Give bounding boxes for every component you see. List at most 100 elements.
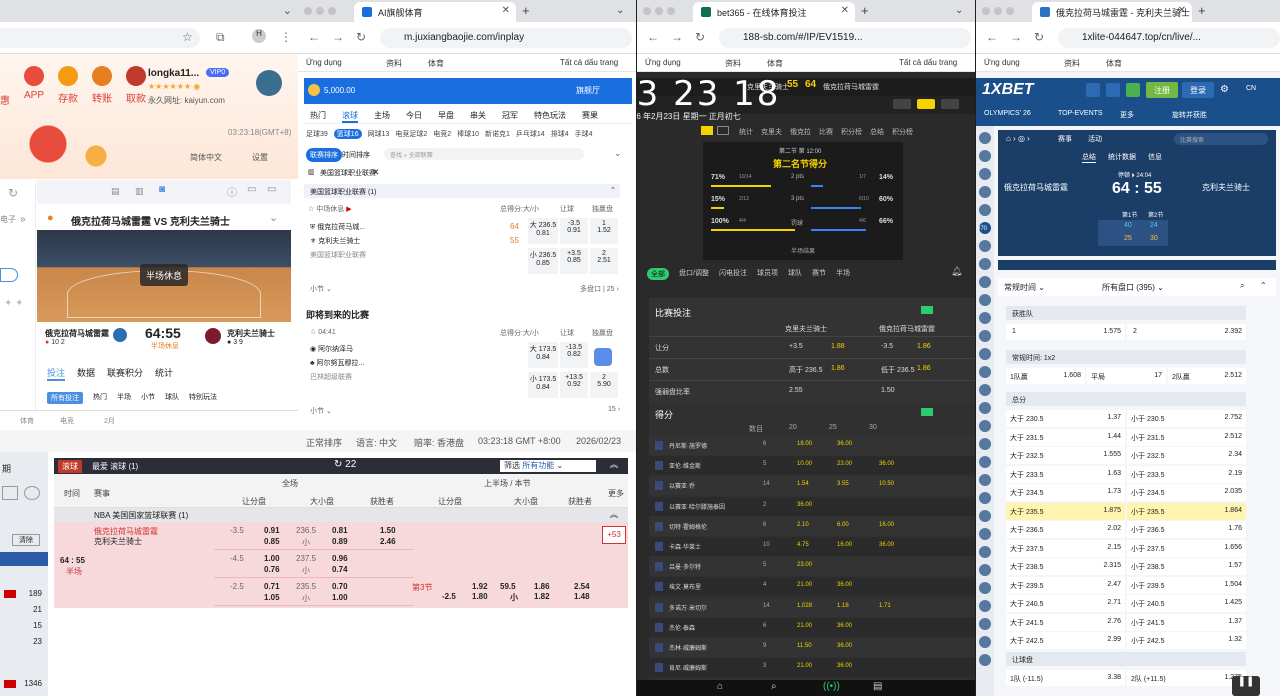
bookmark-folder[interactable]: 资料 — [386, 58, 402, 69]
odds-value[interactable]: 0.81 — [332, 526, 348, 535]
odds-cell[interactable]: 1队赢 1.608 — [1006, 368, 1085, 384]
back-icon[interactable]: ← — [986, 30, 998, 44]
sport-icon[interactable] — [979, 438, 991, 450]
search-icon[interactable]: ⌕ — [771, 681, 777, 692]
reload-icon[interactable]: ↻ — [356, 30, 366, 44]
odds-cell[interactable]: 小 173.5 0.84 — [528, 372, 558, 398]
player-odds[interactable]: 36.00 — [837, 643, 852, 649]
bet-tab[interactable]: 球队 — [788, 268, 802, 280]
collapse-icon[interactable]: ⌃ — [1260, 281, 1267, 290]
close-icon[interactable]: ✕ — [1178, 5, 1186, 16]
player-odds[interactable]: 16.00 — [879, 522, 894, 528]
sport-icon[interactable] — [979, 402, 991, 414]
player-odds[interactable]: 21.00 — [797, 582, 812, 588]
odds-cell[interactable]: 大于 232.5 1.555 — [1006, 447, 1125, 464]
q3-value[interactable]: 1.86 — [534, 582, 550, 591]
bet-tab[interactable]: 闪电投注 — [719, 268, 747, 280]
odds-cell[interactable]: 大于 239.5 2.47 — [1006, 576, 1125, 594]
court-icon[interactable] — [701, 126, 713, 135]
betslip-button[interactable] — [594, 348, 612, 366]
odds-cell[interactable]: 小于 234.5 2.035 — [1127, 484, 1246, 501]
odds-cell[interactable]: 小 236.5 0.85 — [528, 248, 558, 274]
profile-icon[interactable]: H — [252, 29, 266, 43]
sport-icon[interactable] — [979, 528, 991, 540]
odds-cell[interactable]: 小于 232.5 2.34 — [1127, 447, 1246, 464]
bookmark-folder[interactable]: 资料 — [1064, 58, 1080, 69]
live-icon[interactable]: ((•)) — [823, 681, 840, 692]
market-price-b[interactable]: 1.86 — [917, 365, 931, 372]
sport-tab[interactable]: 篮球16 — [333, 129, 362, 139]
bookmark-folder[interactable]: 资料 — [725, 58, 741, 69]
odds-cell[interactable]: 大 173.5 0.84 — [528, 342, 558, 368]
market-price-a[interactable]: 1.86 — [831, 365, 845, 372]
team2[interactable]: ⚜ 克利夫兰骑士 — [310, 236, 360, 246]
player-odds[interactable]: 21.00 — [797, 623, 812, 629]
odds-text[interactable]: 赔率: 香港盘 — [414, 436, 464, 449]
filter-select[interactable]: 筛选 所有功能 ⌄ — [500, 460, 596, 472]
market-odds-a[interactable]: 2.55 — [789, 387, 803, 394]
stats-icon[interactable] — [717, 126, 729, 135]
q3-value[interactable]: 1.48 — [574, 592, 590, 601]
sport-icon[interactable] — [979, 294, 991, 306]
q3-value[interactable]: 1.80 — [472, 592, 488, 601]
tab-data[interactable]: 数据 — [77, 366, 95, 381]
stat-menu-item[interactable]: 总结 — [870, 127, 884, 137]
sport-icon[interactable] — [979, 420, 991, 432]
player-odds[interactable]: 36.00 — [879, 461, 894, 467]
sport-icon[interactable] — [979, 510, 991, 522]
sport-icon[interactable] — [979, 258, 991, 270]
subtab-summary[interactable]: 总结 — [1082, 152, 1096, 163]
register-button[interactable]: 注册 — [1146, 82, 1178, 98]
bookmark-all[interactable]: Tất cả dấu trang — [899, 58, 957, 67]
close-icon[interactable]: ✕ — [372, 167, 380, 178]
sport-icon[interactable] — [979, 276, 991, 288]
sport-icon[interactable] — [979, 618, 991, 630]
nav-app[interactable]: APP — [24, 66, 44, 107]
nav-deposit[interactable]: 存款 — [58, 66, 79, 107]
odds-value[interactable]: 2.46 — [380, 537, 396, 546]
filter-half[interactable]: 半场 — [117, 392, 131, 404]
refresh-icon[interactable]: ↻ — [8, 186, 18, 200]
olympics-link[interactable]: OLYMPICS' 26 — [984, 110, 1031, 117]
search-input[interactable]: 查找 ⌕ 全部联赛 — [384, 148, 584, 160]
pause-button[interactable]: ❚❚ — [1232, 676, 1260, 696]
clear-button[interactable]: 清除 — [12, 534, 40, 546]
bookmark-apps[interactable]: Ứng dụng — [984, 58, 1020, 67]
betslip-icon[interactable]: ▤ — [873, 681, 882, 692]
odds-cell[interactable]: 小于 231.5 2.512 — [1127, 428, 1246, 446]
period-select[interactable]: 常规时间 ⌄ — [1004, 282, 1045, 293]
sport-tab[interactable]: 手球4 — [575, 129, 593, 139]
market-odds-a[interactable]: 高于 236.5 — [789, 365, 822, 375]
address-input[interactable]: 188-sb.com/#/IP/EV1519... — [719, 28, 971, 48]
back-icon[interactable]: ← — [308, 30, 320, 44]
tab-bet365[interactable]: bet365 - 在线体育投注 ✕ — [693, 2, 855, 22]
collapse-icon[interactable]: ︽ — [610, 509, 618, 520]
upcoming-count[interactable]: 15 › — [608, 406, 620, 413]
dollar-icon[interactable] — [1126, 83, 1140, 97]
market-odds-b[interactable]: 1.50 — [881, 387, 895, 394]
collapse-icon[interactable]: » — [20, 214, 26, 225]
login-button[interactable]: 登录 — [1182, 82, 1214, 98]
upcoming-team2[interactable]: ♣ 阿尔努瓦穆拉... — [310, 358, 364, 368]
filter-all[interactable]: 所有投注 — [47, 392, 83, 404]
tab-standings[interactable]: 联赛积分 — [107, 366, 143, 381]
sport-icon[interactable] — [979, 330, 991, 342]
odds-value[interactable]: 1.50 — [380, 526, 396, 535]
refresh-icon[interactable]: ↻ 22 — [334, 459, 356, 470]
odds-cell[interactable]: 小于 238.5 1.57 — [1127, 558, 1246, 575]
odds-value[interactable]: 0.89 — [332, 537, 348, 546]
odds-cell[interactable]: 大于 231.5 1.44 — [1006, 428, 1125, 446]
upcoming-team1[interactable]: ◉ 阿尔纳泽马 — [310, 344, 353, 354]
chevron-down-icon[interactable]: ⌄ — [955, 5, 963, 16]
chevron-down-icon[interactable]: ⌄ — [269, 211, 278, 224]
odds-cell[interactable]: 小于 237.5 1.656 — [1127, 539, 1246, 557]
sport-tab[interactable]: 足球39 — [306, 129, 328, 139]
tab-xbet[interactable]: 俄克拉荷马城雷霆 - 克利夫兰骑士 ✕ — [1032, 2, 1192, 22]
new-tab-icon[interactable]: + — [861, 3, 869, 18]
info-icon[interactable]: ⓘ — [227, 184, 237, 199]
forward-icon[interactable]: → — [332, 30, 344, 44]
section-toggle[interactable] — [921, 408, 933, 416]
odds-cell[interactable]: -13.5 0.82 — [560, 342, 588, 368]
team1[interactable]: ⛨ 俄克拉荷马城... — [310, 222, 365, 232]
player-odds[interactable]: 23.00 — [837, 461, 852, 467]
